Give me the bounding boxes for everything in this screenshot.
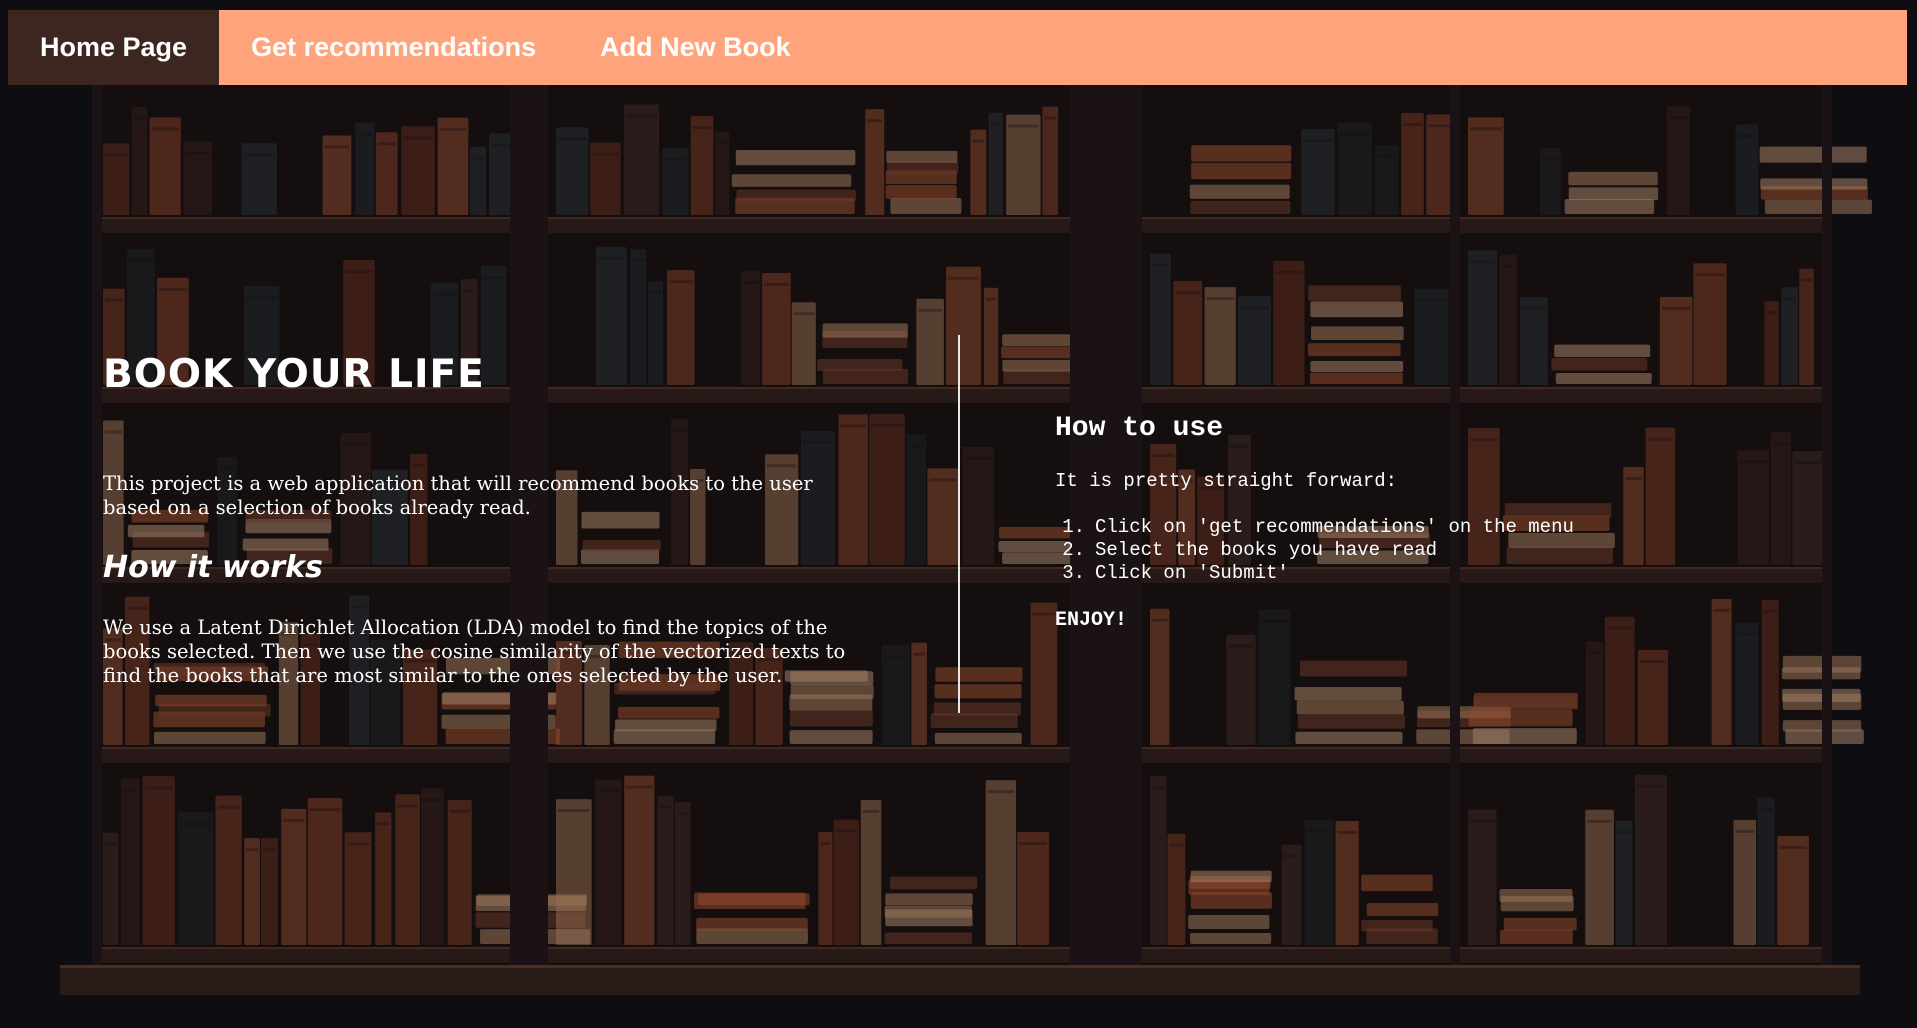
step-number: 2.: [1062, 539, 1085, 561]
how-to-use-section: How to use It is pretty straight forward…: [1055, 413, 1735, 633]
about-section: BOOK YOUR LIFE This project is a web app…: [103, 355, 863, 688]
page-title: BOOK YOUR LIFE: [103, 352, 485, 397]
step-text: Click on 'get recommendations' on the me…: [1095, 516, 1574, 538]
closing-text: ENJOY!: [1055, 609, 1128, 632]
list-item: 3. Click on 'Submit': [1055, 562, 1735, 585]
project-description: This project is a web application that w…: [103, 472, 813, 519]
nav-home-page[interactable]: Home Page: [8, 10, 220, 85]
steps-list: 1. Click on 'get recommendations' on the …: [1055, 516, 1735, 585]
list-item: 1. Click on 'get recommendations' on the …: [1055, 516, 1735, 539]
top-navigation-bar: Home Page Get recommendations Add New Bo…: [8, 10, 1907, 85]
nav-add-new-book[interactable]: Add New Book: [568, 10, 823, 85]
step-text: Click on 'Submit': [1095, 562, 1289, 584]
how-it-works-heading: How it works: [103, 550, 323, 585]
nav-get-recommendations[interactable]: Get recommendations: [219, 10, 568, 85]
page: Home Page Get recommendations Add New Bo…: [0, 0, 1917, 1028]
step-text: Select the books you have read: [1095, 539, 1438, 561]
vertical-divider: [958, 335, 960, 713]
how-it-works-description: We use a Latent Dirichlet Allocation (LD…: [103, 616, 846, 687]
how-to-use-heading: How to use: [1055, 413, 1224, 444]
step-number: 3.: [1062, 562, 1085, 584]
step-number: 1.: [1062, 516, 1085, 538]
how-to-use-intro: It is pretty straight forward:: [1055, 470, 1398, 492]
list-item: 2. Select the books you have read: [1055, 539, 1735, 562]
